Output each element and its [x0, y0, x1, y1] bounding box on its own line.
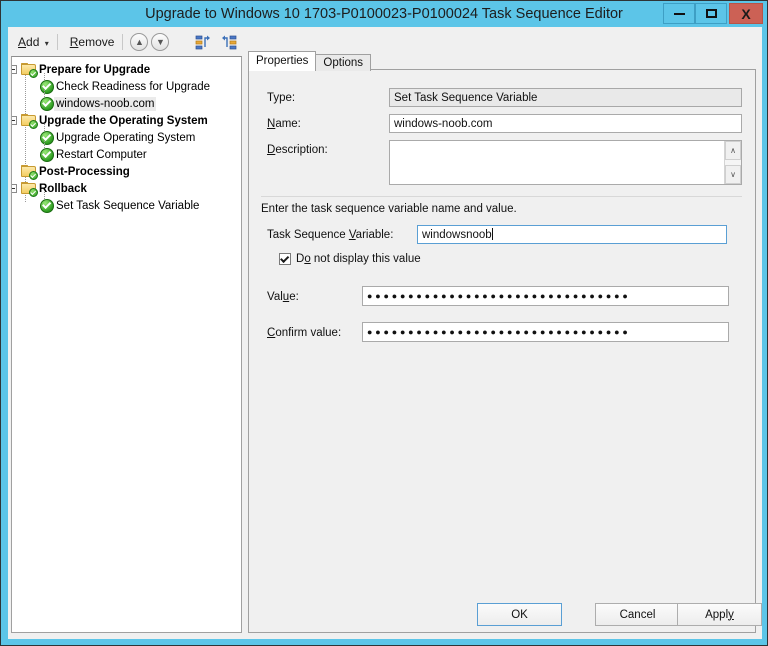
section-divider	[261, 196, 742, 197]
tree-group-row[interactable]: Post-Processing	[21, 163, 132, 180]
title-bar[interactable]: Upgrade to Windows 10 1703-P0100023-P010…	[1, 1, 767, 27]
insert-group-icon[interactable]	[219, 32, 239, 52]
green-check-icon	[40, 131, 54, 145]
description-field[interactable]: ∧ ∨	[389, 140, 742, 185]
toolbar-separator-1	[57, 34, 58, 50]
tree-collapse-icon[interactable]	[11, 184, 17, 193]
tree-item-label: Post-Processing	[37, 165, 132, 179]
tree-item-label: Check Readiness for Upgrade	[54, 80, 212, 94]
tree-step-row[interactable]: windows-noob.com	[40, 95, 156, 112]
confirm-masked-text: ●●●●●●●●●●●●●●●●●●●●●●●●●●●●●●●●	[367, 327, 631, 337]
remove-button[interactable]: Remove	[66, 33, 119, 51]
tree-step-row[interactable]: Set Task Sequence Variable	[40, 197, 201, 214]
tree-group-row[interactable]: Rollback	[21, 180, 89, 197]
value-label: Value:	[267, 291, 299, 303]
variable-value-text: windowsnoob	[422, 229, 492, 241]
scroll-up-icon[interactable]: ∧	[725, 141, 741, 160]
green-check-icon	[40, 148, 54, 162]
confirm-value-label: Confirm value:	[267, 327, 341, 339]
tab-strip: Properties Options	[248, 55, 370, 71]
tree-item-label: Set Task Sequence Variable	[54, 199, 201, 213]
folder-icon	[21, 182, 37, 196]
scroll-down-icon[interactable]: ∨	[725, 165, 741, 184]
chevron-up-icon: ▲	[135, 37, 144, 47]
minimize-button[interactable]	[663, 3, 695, 24]
value-masked-text: ●●●●●●●●●●●●●●●●●●●●●●●●●●●●●●●●	[367, 291, 631, 301]
tree-item-label: windows-noob.com	[54, 97, 156, 111]
client-area: Add ▾ Remove ▲ ▼	[8, 27, 762, 639]
maximize-button[interactable]	[695, 3, 727, 24]
green-check-icon	[40, 80, 54, 94]
tree-group-row[interactable]: Prepare for Upgrade	[21, 61, 152, 78]
close-button[interactable]: X	[729, 3, 763, 24]
minimize-icon	[674, 13, 685, 15]
tree-step-row[interactable]: Check Readiness for Upgrade	[40, 78, 212, 95]
add-button[interactable]: Add ▾	[14, 33, 53, 51]
tree-item-label: Upgrade the Operating System	[37, 114, 210, 128]
chevron-down-icon: ▾	[45, 39, 49, 48]
sequence-toolbar: Add ▾ Remove ▲ ▼	[10, 29, 242, 55]
tab-options[interactable]: Options	[315, 54, 371, 71]
checkbox-checked-icon	[279, 253, 291, 265]
task-sequence-editor-window: Upgrade to Windows 10 1703-P0100023-P010…	[0, 0, 768, 646]
properties-panel: Type: Set Task Sequence Variable Name: w…	[248, 69, 756, 633]
task-sequence-variable-input[interactable]: windowsnoob	[417, 225, 727, 244]
type-label: Type:	[267, 92, 295, 104]
folder-icon	[21, 165, 37, 179]
maximize-icon	[706, 9, 717, 18]
window-title: Upgrade to Windows 10 1703-P0100023-P010…	[1, 1, 767, 27]
tree-item-label: Upgrade Operating System	[54, 131, 197, 145]
tree-step-row[interactable]: Upgrade Operating System	[40, 129, 197, 146]
name-label: Name:	[267, 118, 301, 130]
folder-icon	[21, 63, 37, 77]
insert-step-icon[interactable]	[193, 32, 213, 52]
text-cursor	[492, 228, 493, 240]
tree-step-row[interactable]: Restart Computer	[40, 146, 149, 163]
green-check-icon	[40, 97, 54, 111]
tree-collapse-icon[interactable]	[11, 116, 17, 125]
helper-text: Enter the task sequence variable name an…	[261, 203, 517, 215]
description-label: Description:	[267, 144, 328, 156]
tree-collapse-icon[interactable]	[11, 65, 17, 74]
toolbar-separator-2	[122, 34, 123, 50]
green-check-icon	[40, 199, 54, 213]
tab-properties[interactable]: Properties	[248, 51, 316, 71]
tree-group-row[interactable]: Upgrade the Operating System	[21, 112, 210, 129]
move-up-button[interactable]: ▲	[130, 33, 148, 51]
tree-item-label: Prepare for Upgrade	[37, 63, 152, 77]
ok-button[interactable]: OK	[477, 603, 562, 626]
description-scrollbar[interactable]: ∧ ∨	[724, 141, 741, 184]
confirm-value-field[interactable]: ●●●●●●●●●●●●●●●●●●●●●●●●●●●●●●●●	[362, 322, 729, 342]
type-field: Set Task Sequence Variable	[389, 88, 742, 107]
cancel-button[interactable]: Cancel	[595, 603, 680, 626]
task-sequence-tree[interactable]: Prepare for Upgrade Check Readiness for U…	[11, 56, 242, 633]
apply-button[interactable]: Apply	[677, 603, 762, 626]
tree-item-label: Restart Computer	[54, 148, 149, 162]
value-field[interactable]: ●●●●●●●●●●●●●●●●●●●●●●●●●●●●●●●●	[362, 286, 729, 306]
do-not-display-value-label: Do not display this value	[296, 253, 421, 265]
close-icon: X	[741, 6, 750, 22]
do-not-display-value-checkbox[interactable]: Do not display this value	[279, 253, 421, 265]
move-down-button[interactable]: ▼	[151, 33, 169, 51]
folder-icon	[21, 114, 37, 128]
chevron-down-icon: ▼	[156, 37, 165, 47]
task-sequence-variable-label: Task Sequence Variable:	[267, 229, 393, 241]
name-field[interactable]: windows-noob.com	[389, 114, 742, 133]
